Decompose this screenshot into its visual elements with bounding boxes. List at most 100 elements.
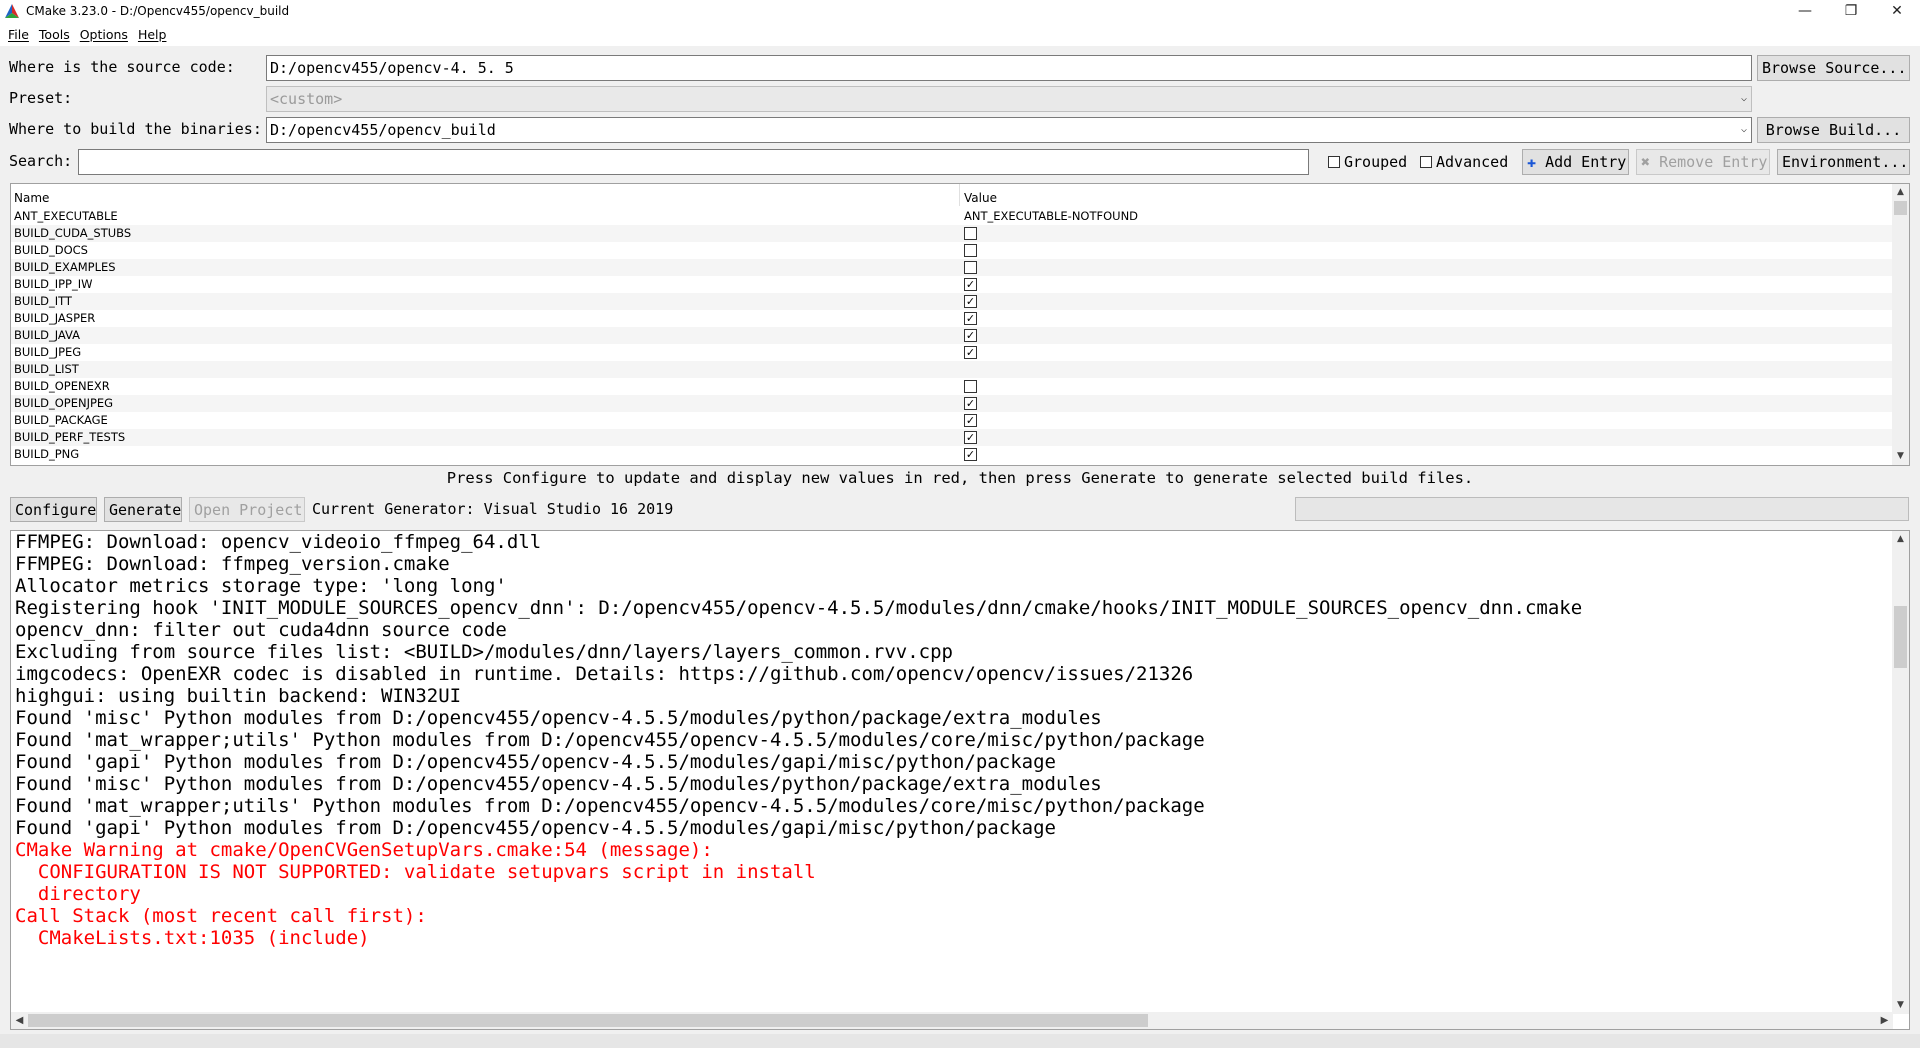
status-bar [0,1034,1920,1048]
output-line: FFMPEG: Download: opencv_videoio_ffmpeg_… [15,531,542,553]
cache-entry-value[interactable]: ANT_EXECUTABLE-NOTFOUND [964,208,1138,225]
menu-tools[interactable]: Tools [39,27,70,42]
table-row[interactable]: BUILD_IPP_IW ✓ [11,276,1893,293]
environment-button[interactable]: Environment... [1777,149,1910,175]
unchecked-checkbox-icon[interactable] [964,244,977,257]
preset-combobox[interactable]: <custom> ⌵ [266,86,1752,112]
scroll-right-arrow-icon[interactable]: ▶ [1876,1012,1893,1029]
table-row[interactable]: BUILD_JPEG ✓ [11,344,1893,361]
checked-checkbox-icon[interactable]: ✓ [964,346,977,359]
cache-entry-name: BUILD_OPENJPEG [14,396,114,410]
column-header-value[interactable]: Value [964,187,997,209]
advanced-checkbox-box [1420,156,1432,168]
table-row[interactable]: BUILD_CUDA_STUBS [11,225,1893,242]
output-vertical-scrollbar[interactable]: ▲ ▼ [1892,531,1909,1014]
scroll-down-arrow-icon[interactable]: ▼ [1892,997,1909,1014]
window-controls: — ❐ ✕ [1782,0,1920,22]
advanced-checkbox[interactable]: Advanced [1420,153,1508,171]
output-line: Found 'gapi' Python modules from D:/open… [15,817,1056,839]
minimize-button[interactable]: — [1782,0,1828,22]
cache-entry-name: BUILD_JPEG [14,345,82,359]
scroll-down-arrow-icon[interactable]: ▼ [1892,448,1909,465]
cache-entry-name: BUILD_EXAMPLES [14,260,116,274]
output-horizontal-scrollbar[interactable]: ◀ ▶ [11,1012,1893,1029]
build-path-combobox[interactable]: D:/opencv455/opencv_build ⌵ [266,117,1752,143]
output-line: imgcodecs: OpenEXR codec is disabled in … [15,663,1194,685]
cache-table-scrollbar[interactable]: ▲ ▼ [1892,184,1909,465]
window-title: CMake 3.23.0 - D:/Opencv455/opencv_build [26,4,290,18]
table-header: Name Value [11,184,1893,206]
scroll-up-arrow-icon[interactable]: ▲ [1892,531,1909,548]
output-log[interactable]: FFMPEG: Download: opencv_videoio_ffmpeg_… [10,530,1910,1030]
search-input[interactable] [78,149,1309,175]
table-row[interactable]: BUILD_OPENJPEG ✓ [11,395,1893,412]
add-entry-label: Add Entry [1545,153,1627,171]
column-header-name[interactable]: Name [14,187,49,209]
table-row[interactable]: BUILD_JAVA ✓ [11,327,1893,344]
table-row[interactable]: BUILD_JASPER ✓ [11,310,1893,327]
cache-entry-name: BUILD_PNG [14,447,80,461]
grouped-checkbox-box [1328,156,1340,168]
source-path-field[interactable]: D:/opencv455/opencv-4. 5. 5 [266,55,1752,81]
generate-button[interactable]: Generate [104,497,182,522]
scroll-up-arrow-icon[interactable]: ▲ [1892,184,1909,201]
table-row[interactable]: BUILD_OPENEXR [11,378,1893,395]
table-row[interactable]: BUILD_EXAMPLES [11,259,1893,276]
checked-checkbox-icon[interactable]: ✓ [964,414,977,427]
remove-entry-button[interactable]: ✖ Remove Entry [1636,149,1770,175]
menu-help[interactable]: Help [138,27,167,42]
output-line: Found 'mat_wrapper;utils' Python modules… [15,729,1205,751]
checked-checkbox-icon[interactable]: ✓ [964,278,977,291]
grouped-checkbox[interactable]: Grouped [1328,153,1407,171]
progress-bar [1295,497,1909,521]
table-row[interactable]: BUILD_PNG ✓ [11,446,1893,463]
cache-table[interactable]: Name Value ANT_EXECUTABLE ANT_EXECUTABLE-… [10,183,1910,466]
menu-bar: File Tools Options Help [0,22,1920,46]
source-label: Where is the source code: [9,58,235,76]
table-row[interactable]: BUILD_PACKAGE ✓ [11,412,1893,429]
advanced-label: Advanced [1436,153,1509,171]
unchecked-checkbox-icon[interactable] [964,380,977,393]
table-row[interactable]: ANT_EXECUTABLE ANT_EXECUTABLE-NOTFOUND [11,208,1893,225]
preset-label: Preset: [9,89,73,107]
browse-source-button[interactable]: Browse Source... [1757,55,1910,81]
cache-entry-name: BUILD_LIST [14,362,79,376]
cache-entry-name: BUILD_IPP_IW [14,277,93,291]
table-row[interactable]: BUILD_LIST [11,361,1893,378]
checked-checkbox-icon[interactable]: ✓ [964,431,977,444]
checked-checkbox-icon[interactable]: ✓ [964,329,977,342]
scrollbar-thumb[interactable] [28,1014,1148,1027]
table-row[interactable]: BUILD_PERF_TESTS ✓ [11,429,1893,446]
table-row[interactable]: BUILD_ITT ✓ [11,293,1893,310]
cache-entry-name: BUILD_DOCS [14,243,88,257]
checked-checkbox-icon[interactable]: ✓ [964,312,977,325]
unchecked-checkbox-icon[interactable] [964,261,977,274]
scrollbar-thumb[interactable] [1894,606,1907,668]
close-button[interactable]: ✕ [1874,0,1920,22]
unchecked-checkbox-icon[interactable] [964,227,977,240]
cache-entry-name: ANT_EXECUTABLE [14,209,118,223]
checked-checkbox-icon[interactable]: ✓ [964,295,977,308]
remove-entry-label: Remove Entry [1659,153,1768,171]
checked-checkbox-icon[interactable]: ✓ [964,448,977,461]
checked-checkbox-icon[interactable]: ✓ [964,397,977,410]
output-line: FFMPEG: Download: ffmpeg_version.cmake [15,553,450,575]
open-project-button[interactable]: Open Project [189,497,305,522]
cache-rows: ANT_EXECUTABLE ANT_EXECUTABLE-NOTFOUND BUI… [11,208,1893,463]
table-row[interactable]: BUILD_DOCS [11,242,1893,259]
output-warning-line: Call Stack (most recent call first): [15,905,427,927]
scrollbar-thumb[interactable] [1894,201,1907,215]
maximize-button[interactable]: ❐ [1828,0,1874,22]
scroll-left-arrow-icon[interactable]: ◀ [11,1012,28,1029]
menu-options[interactable]: Options [80,27,128,42]
browse-build-button[interactable]: Browse Build... [1757,117,1910,143]
cache-entry-name: BUILD_PACKAGE [14,413,108,427]
status-hint: Press Configure to update and display ne… [446,469,1474,487]
build-path-value: D:/opencv455/opencv_build [270,121,496,139]
plus-icon: ✚ [1527,153,1537,171]
output-line: Excluding from source files list: <BUILD… [15,641,953,663]
add-entry-button[interactable]: ✚ Add Entry [1522,149,1629,175]
grouped-label: Grouped [1344,153,1408,171]
configure-button[interactable]: Configure [10,497,97,522]
menu-file[interactable]: File [8,27,29,42]
